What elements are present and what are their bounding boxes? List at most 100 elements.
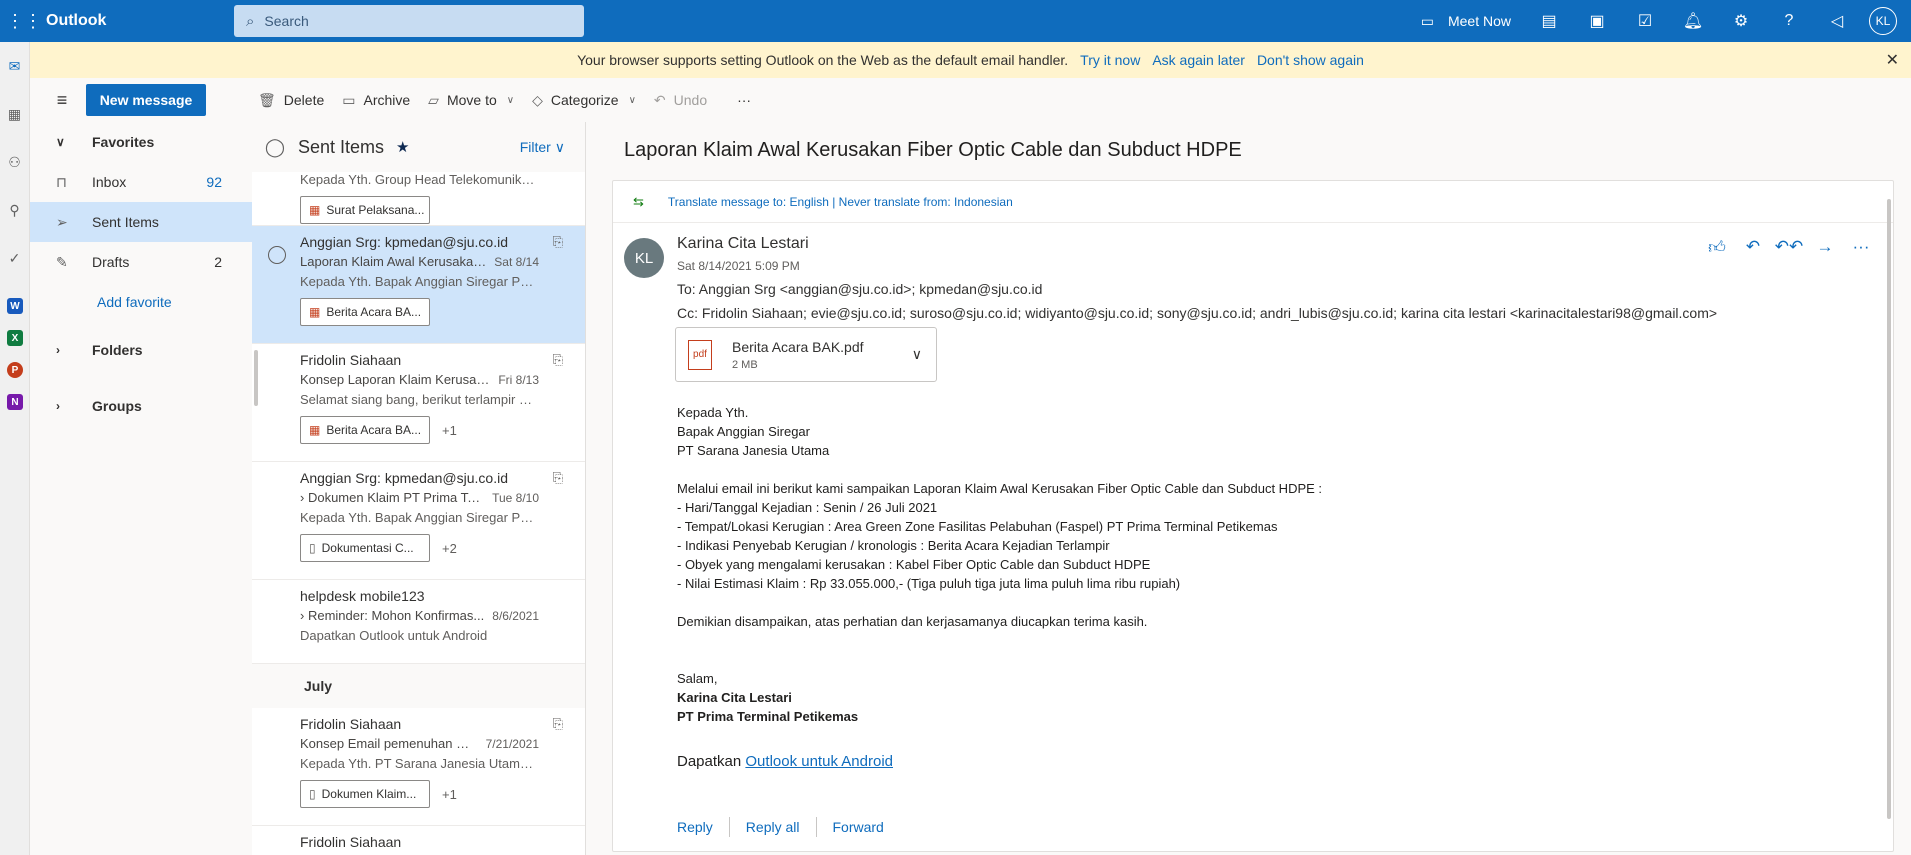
message-date: Fri 8/13 [498, 373, 539, 387]
message-list: ◯ Sent Items ★ Filter ∨ Kepada Yth. Grou… [252, 122, 586, 855]
gear-icon[interactable]: ⚙ [1717, 11, 1765, 31]
app-launcher-icon[interactable]: ⋮⋮⋮ [0, 0, 42, 42]
word-icon[interactable]: W [7, 298, 23, 314]
categorize-button[interactable]: ◇ Categorize ∨ [532, 92, 636, 109]
onenote-icon[interactable]: N [7, 394, 23, 410]
todo-check-icon[interactable]: ✓ [0, 234, 29, 282]
attachment-chip[interactable]: ▯ Dokumentasi C... [300, 534, 430, 562]
dont-show-again-link[interactable]: Don't show again [1257, 52, 1364, 68]
select-checkbox[interactable] [268, 246, 286, 264]
message-sender: Anggian Srg: kpmedan@sju.co.id [300, 234, 508, 250]
attachment-card[interactable]: pdf Berita Acara BAK.pdf 2 MB ∨ [675, 327, 937, 382]
more-actions-icon[interactable]: ··· [737, 92, 751, 108]
list-item[interactable]: ⎘ Fridolin Siahaan Konsep Laporan Klaim … [252, 344, 585, 462]
email-subject: Laporan Klaim Awal Kerusakan Fiber Optic… [624, 138, 1242, 161]
sender-avatar[interactable]: KL [624, 238, 664, 278]
list-item[interactable]: ⎘ Fridolin Siahaan Konsep Email pemenuha… [252, 708, 585, 826]
list-item[interactable]: Fridolin Siahaan [252, 826, 585, 855]
todo-icon[interactable]: ☑ [1621, 11, 1669, 31]
app-title[interactable]: Outlook [46, 12, 234, 30]
undo-label: Undo [673, 92, 708, 108]
mail-icon[interactable]: ✉ [0, 42, 29, 90]
forward-icon[interactable]: → [1807, 237, 1843, 258]
attachment-chip[interactable]: ▦ Surat Pelaksana... [300, 196, 430, 224]
undo-button[interactable]: ↶ Undo [654, 92, 707, 109]
hamburger-menu-icon[interactable]: ≡ [40, 90, 84, 111]
like-icon[interactable]: 👍︎ [1699, 237, 1735, 258]
body-line: - Tempat/Lokasi Kerugian : Area Green Zo… [677, 519, 1278, 534]
message-subject: Konsep Laporan Klaim Kerusaka... [300, 372, 491, 387]
attachment-chip[interactable]: ▯ Dokumen Klaim... [300, 780, 430, 808]
list-item[interactable]: ⎘ Anggian Srg: kpmedan@sju.co.id Laporan… [252, 226, 585, 344]
forward-button[interactable]: Forward [833, 819, 884, 835]
outlook-android-link[interactable]: Outlook untuk Android [745, 753, 893, 770]
add-favorite-link[interactable]: Add favorite [30, 282, 252, 322]
help-icon[interactable]: ? [1765, 12, 1813, 30]
attachment-chip[interactable]: ▦ Berita Acara BA... [300, 416, 430, 444]
body-line: Salam, [677, 671, 718, 686]
scrollbar[interactable] [254, 350, 258, 406]
feedback-icon[interactable]: ◁ [1813, 11, 1861, 31]
try-it-now-link[interactable]: Try it now [1080, 52, 1140, 68]
send-icon: ➢ [56, 213, 68, 230]
reply-all-icon[interactable]: ↶↶ [1771, 237, 1807, 258]
sidebar-item-drafts[interactable]: ✎ Drafts 2 [30, 242, 252, 282]
calendar-icon[interactable]: ▦ [0, 90, 29, 138]
body-line: - Hari/Tanggal Kejadian : Senin / 26 Jul… [677, 500, 938, 515]
categorize-label: Categorize [550, 92, 619, 108]
more-icon[interactable]: ··· [1843, 237, 1879, 258]
new-message-button[interactable]: New message [86, 84, 206, 116]
chevron-right-icon: › [56, 343, 60, 357]
chat-icon[interactable]: ▤ [1525, 11, 1573, 31]
attachment-name: Dokumentasi C... [321, 541, 414, 555]
reading-pane: Laporan Klaim Awal Kerusakan Fiber Optic… [604, 122, 1911, 855]
close-icon[interactable]: ✕ [1886, 50, 1899, 70]
reply-all-button[interactable]: Reply all [746, 819, 800, 835]
pencil-icon: ✎ [56, 253, 68, 270]
attachment-chip[interactable]: ▦ Berita Acara BA... [300, 298, 430, 326]
paperclip-icon: ⎘ [552, 352, 563, 367]
sender-name[interactable]: Karina Cita Lestari [677, 235, 809, 253]
search-box[interactable]: ⌕ Search [234, 5, 584, 37]
select-all-icon[interactable]: ◯ [252, 137, 298, 158]
attachment-name: Dokumen Klaim... [321, 787, 417, 801]
ask-again-later-link[interactable]: Ask again later [1152, 52, 1245, 68]
star-icon[interactable]: ★ [396, 138, 409, 156]
message-sender: Fridolin Siahaan [300, 716, 402, 732]
people-icon[interactable]: ⚇ [0, 138, 29, 186]
list-item[interactable]: Kepada Yth. Group Head Telekomunikasi ..… [252, 168, 585, 226]
paperclip-icon: ⎘ [552, 716, 563, 731]
translate-link[interactable]: Translate message to: English | Never tr… [668, 195, 1013, 209]
filter-button[interactable]: Filter ∨ [520, 139, 565, 156]
bell-icon[interactable]: 🔔︎ [1669, 11, 1717, 31]
folder-title: Sent Items [298, 136, 385, 157]
sidebar-item-inbox[interactable]: ⊓ Inbox 92 [30, 162, 252, 202]
chevron-down-icon[interactable]: ∨ [912, 346, 922, 363]
attachment-icon[interactable]: ⚲ [0, 186, 29, 234]
message-preview: Selamat siang bang, berikut terlampir di… [300, 392, 539, 407]
reply-icon[interactable]: ↶ [1735, 237, 1771, 258]
reply-button[interactable]: Reply [677, 819, 713, 835]
delete-button[interactable]: 🗑︎ Delete [258, 92, 324, 109]
favorites-header[interactable]: ∨ Favorites [30, 122, 252, 162]
powerpoint-icon[interactable]: P [7, 362, 23, 378]
undo-icon: ↶ [653, 91, 666, 108]
excel-icon[interactable]: X [7, 330, 23, 346]
search-input[interactable]: Search [264, 13, 308, 29]
groups-header[interactable]: › Groups [30, 378, 252, 434]
sidebar-item-sent[interactable]: ➢ Sent Items [30, 202, 252, 242]
scrollbar[interactable] [1887, 199, 1891, 819]
video-camera-icon: ▭ [1420, 12, 1434, 29]
archive-button[interactable]: ▭ Archive [342, 92, 410, 109]
list-item[interactable]: helpdesk mobile123 › Reminder: Mohon Kon… [252, 580, 585, 664]
list-item[interactable]: ⎘ Anggian Srg: kpmedan@sju.co.id › Dokum… [252, 462, 585, 580]
meet-now-button[interactable]: ▭ Meet Now [1411, 13, 1525, 30]
inbox-icon: ⊓ [56, 173, 67, 190]
avatar[interactable]: KL [1869, 7, 1897, 35]
move-to-button[interactable]: ▱ Move to ∨ [428, 92, 514, 109]
folders-header[interactable]: › Folders [30, 322, 252, 378]
message-actions: 👍︎ ↶ ↶↶ → ··· [1699, 237, 1879, 258]
reply-bar: Reply Reply all Forward [677, 817, 884, 837]
signature-name: Karina Cita Lestari [677, 690, 792, 705]
teams-icon[interactable]: ▣ [1573, 11, 1621, 31]
